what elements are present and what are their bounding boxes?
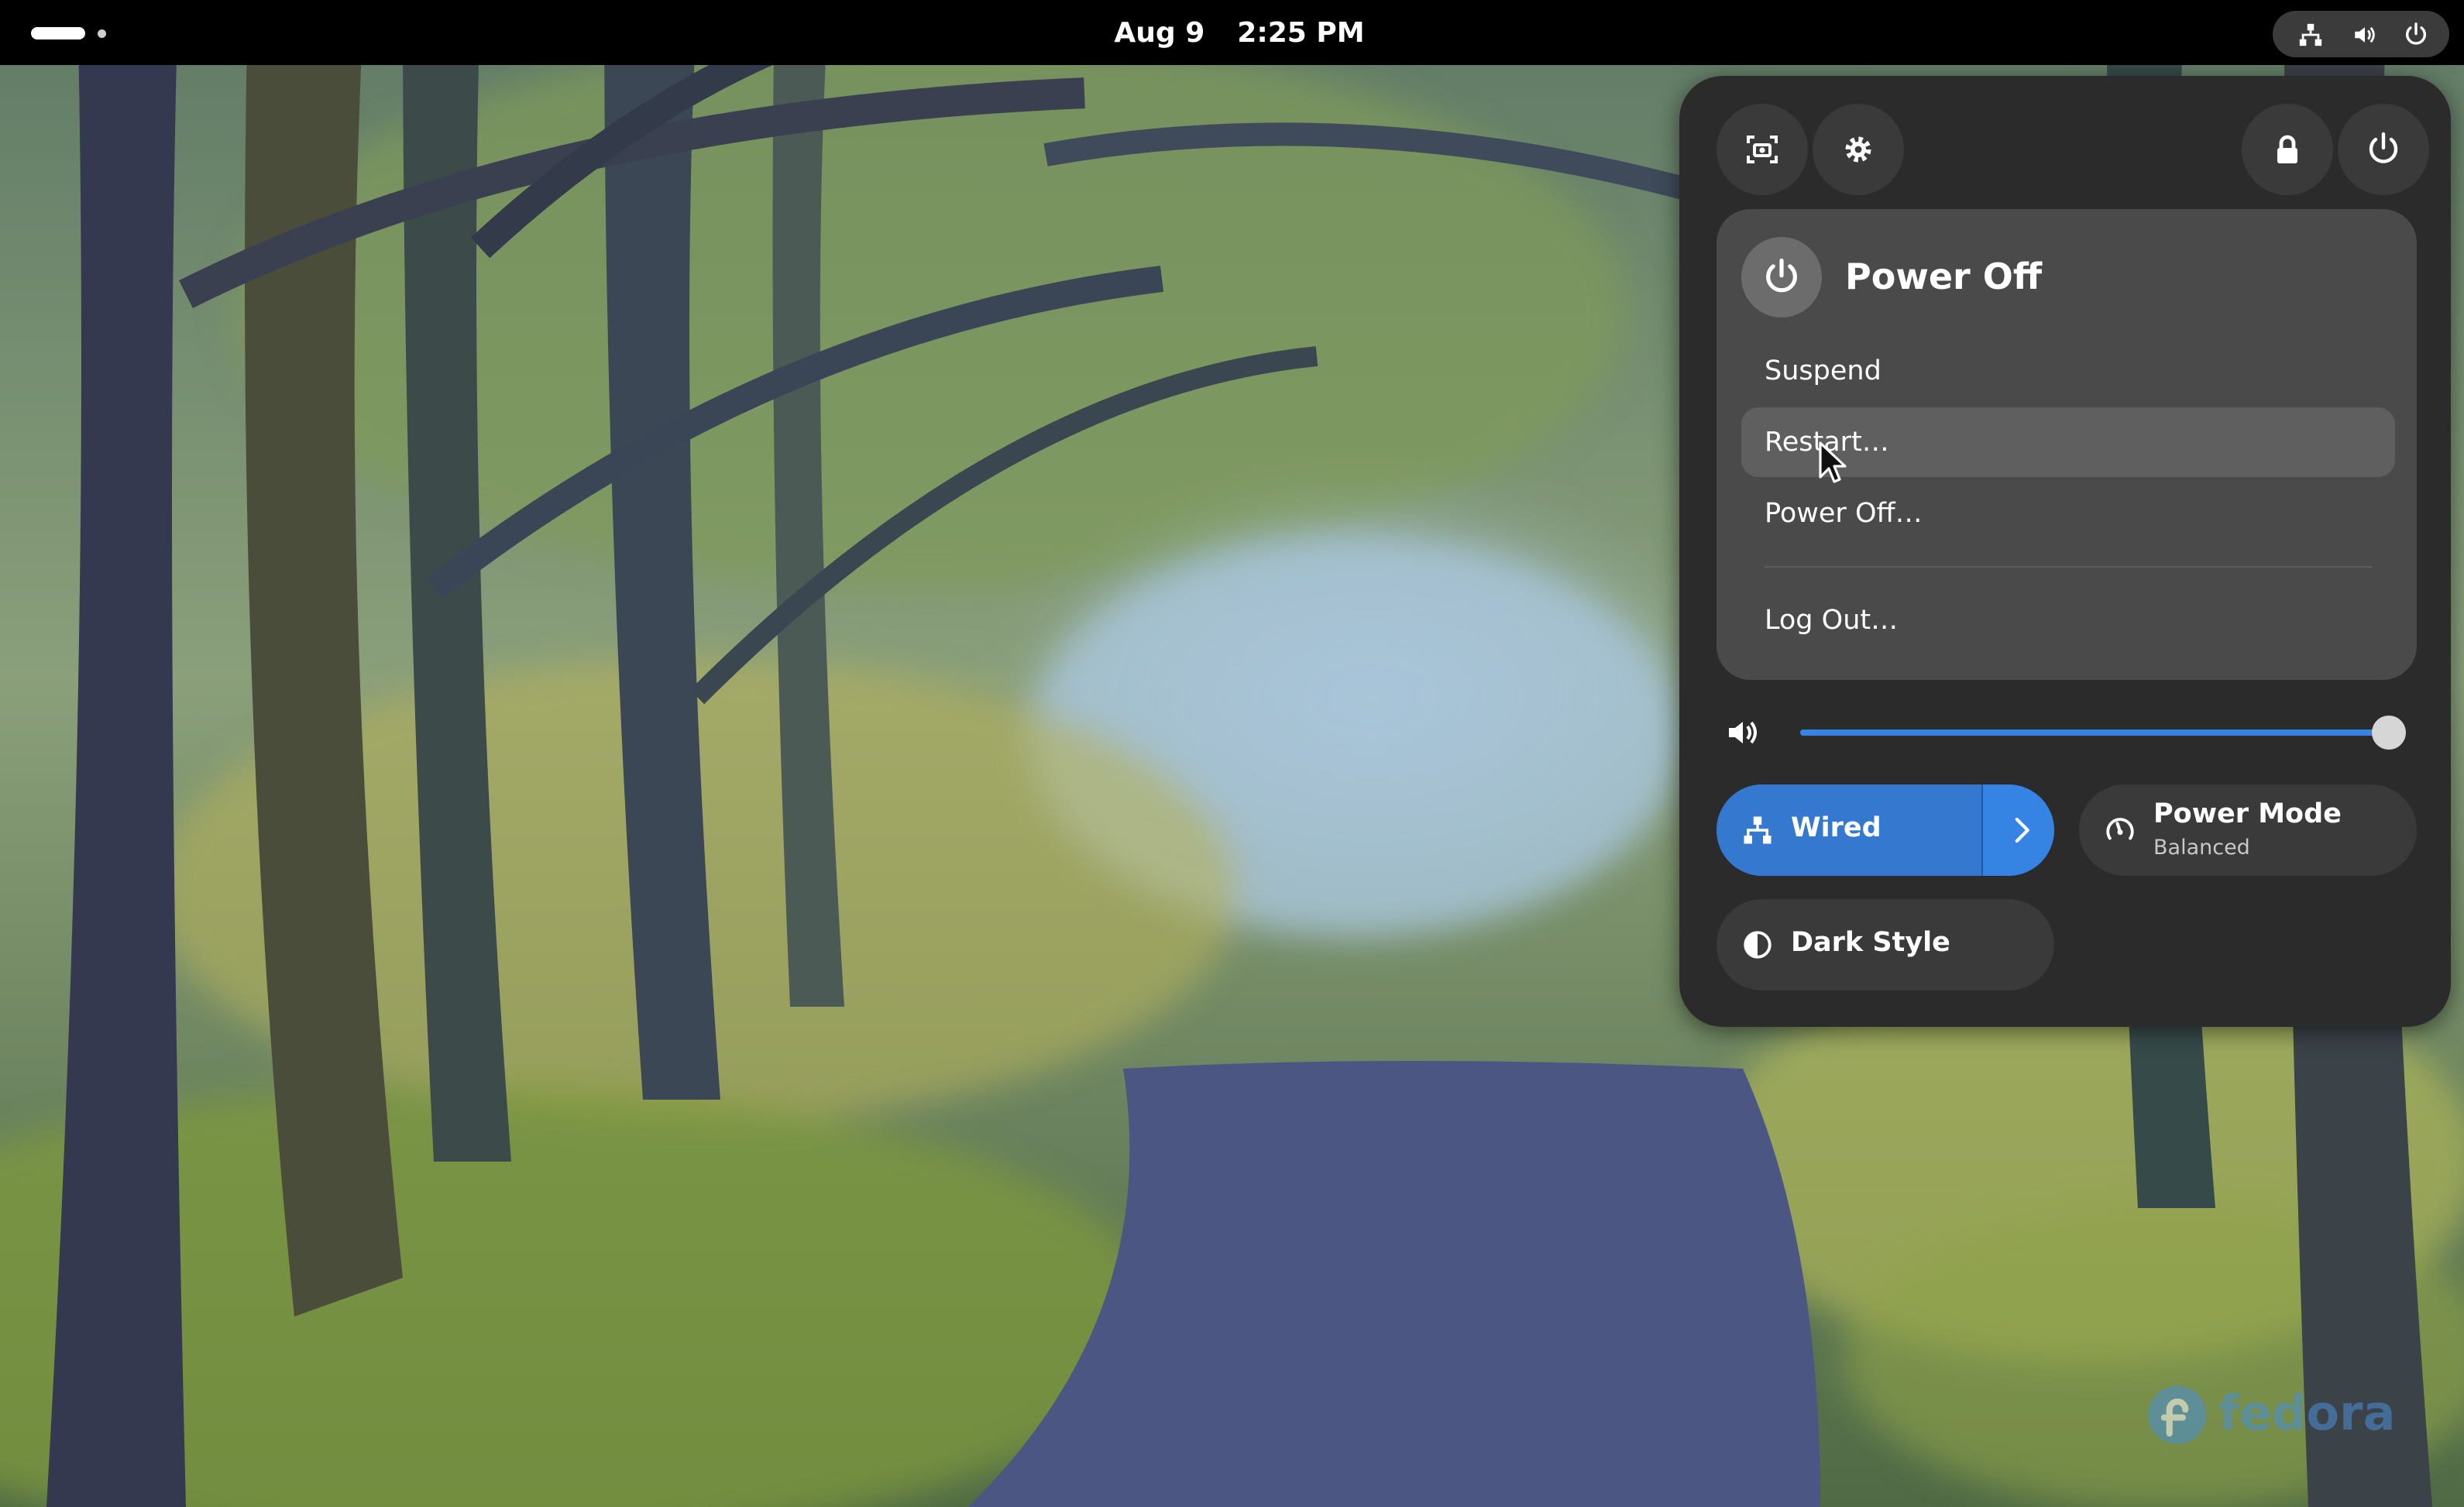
power-mode-label: Power Mode <box>2153 798 2342 829</box>
screenshot-icon <box>1747 136 1778 163</box>
settings-button[interactable] <box>1813 104 1904 195</box>
menu-item-power-off[interactable]: Power Off… <box>1741 479 2395 548</box>
workspace-indicator-active <box>31 27 85 39</box>
network-wired-icon <box>2299 23 2322 46</box>
power-mode-subtitle: Balanced <box>2153 836 2250 860</box>
volume-slider[interactable] <box>1800 716 2406 750</box>
menu-item-log-out[interactable]: Log Out… <box>1741 585 2395 655</box>
volume-icon <box>2355 26 2375 43</box>
fedora-wordmark: fedora <box>2218 1385 2396 1441</box>
submenu-header-icon <box>1741 237 1822 318</box>
power-icon <box>1766 258 1797 293</box>
power-profile-icon <box>2106 818 2134 840</box>
activities-button[interactable] <box>31 22 108 43</box>
clock-time: 2:25 PM <box>1237 16 1365 49</box>
dark-style-icon <box>1744 931 1772 959</box>
chevron-right-icon[interactable] <box>2005 814 2037 846</box>
menu-separator <box>1765 566 2372 568</box>
volume-slider-handle[interactable] <box>2372 716 2406 750</box>
dark-style-label: Dark Style <box>1791 927 1950 958</box>
fedora-logo-icon <box>2148 1385 2207 1444</box>
volume-icon[interactable] <box>1724 714 1761 751</box>
lock-icon <box>2277 135 2297 163</box>
screenshot-button[interactable] <box>1717 104 1808 195</box>
submenu-header: Power Off <box>1741 237 2392 318</box>
wired-network-toggle[interactable]: Wired <box>1717 784 2054 876</box>
power-icon <box>2406 22 2426 45</box>
network-wired-icon <box>1744 816 1772 844</box>
mouse-cursor-icon <box>1819 441 1847 483</box>
lock-screen-button[interactable] <box>2242 104 2333 195</box>
dark-style-toggle[interactable]: Dark Style <box>1717 899 2054 990</box>
clock-button[interactable]: Aug 9 2:25 PM <box>1084 0 1394 65</box>
power-mode-toggle[interactable]: Power Mode Balanced <box>2079 784 2417 876</box>
clock-date: Aug 9 <box>1114 16 1205 49</box>
volume-slider-fill <box>1800 729 2389 736</box>
system-menu-button[interactable] <box>2273 11 2449 57</box>
top-bar: Aug 9 2:25 PM <box>0 0 2464 65</box>
quick-settings-menu: Power Off Suspend Restart… Power Off… Lo… <box>1679 76 2451 1027</box>
settings-icon <box>1845 136 1871 163</box>
fedora-watermark: fedora <box>2146 1378 2395 1450</box>
power-icon <box>2369 132 2398 163</box>
toggle-divider <box>1981 784 1983 876</box>
submenu-title: Power Off <box>1845 256 2043 297</box>
power-menu-button[interactable] <box>2338 104 2429 195</box>
wired-toggle-label: Wired <box>1791 812 1882 843</box>
menu-item-suspend[interactable]: Suspend <box>1741 336 2395 406</box>
workspace-indicator-inactive <box>98 29 106 38</box>
